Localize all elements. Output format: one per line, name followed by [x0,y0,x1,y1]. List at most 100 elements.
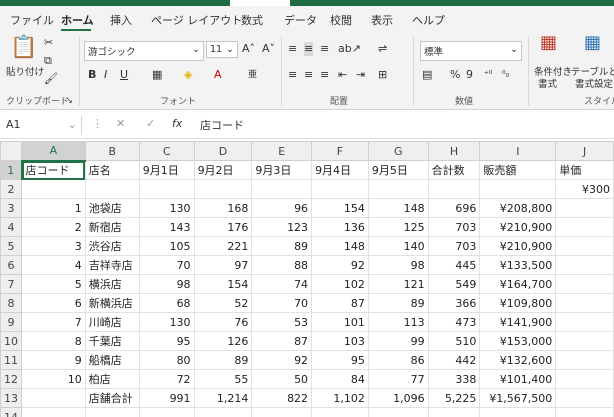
tab-data[interactable]: データ [284,12,317,28]
cell-i13[interactable]: ¥1,567,500 [479,388,557,408]
cell-i10[interactable]: ¥153,000 [479,331,557,351]
column-header-c[interactable]: C [138,141,195,161]
cell-g9[interactable]: 113 [367,312,429,332]
italic-button[interactable]: I [104,68,107,82]
cell-b5[interactable]: 渋谷店 [84,236,140,256]
cell-b9[interactable]: 川崎店 [84,312,140,332]
paste-button[interactable]: 貼り付け [6,64,44,78]
cell-f12[interactable]: 84 [311,369,369,389]
cell-h4[interactable]: 703 [427,217,481,237]
cell-g4[interactable]: 125 [367,217,429,237]
select-all-corner[interactable] [0,141,22,161]
cell-c14[interactable] [138,407,195,417]
tab-file[interactable]: ファイル [10,12,54,28]
percent-icon[interactable]: % [450,68,460,82]
cell-f1[interactable]: 9月4日 [311,160,369,180]
row-header[interactable]: 7 [0,274,22,294]
cell-g13[interactable]: 1,096 [367,388,429,408]
cell-a8[interactable]: 6 [21,293,86,313]
cell-i1[interactable]: 販売額 [479,160,557,180]
row-header[interactable]: 1 [0,160,23,180]
column-header-f[interactable]: F [311,141,369,161]
cell-d14[interactable] [193,407,253,417]
cancel-icon[interactable]: ✕ [116,117,125,130]
bold-button[interactable]: B [88,68,96,82]
cell-e10[interactable]: 87 [251,331,313,351]
cell-e5[interactable]: 89 [251,236,313,256]
cell-a10[interactable]: 8 [21,331,86,351]
cell-i14[interactable] [479,407,557,417]
cell-a13[interactable] [21,388,86,408]
cell-e11[interactable]: 92 [251,350,313,370]
cell-c8[interactable]: 68 [138,293,195,313]
cell-i3[interactable]: ¥208,800 [479,198,557,218]
font-color-icon[interactable]: A [214,68,222,82]
cell-b8[interactable]: 新横浜店 [84,293,140,313]
border-icon[interactable]: ▦ [152,68,162,82]
cell-e7[interactable]: 74 [251,274,313,294]
cell-a14[interactable] [21,407,86,417]
cell-a9[interactable]: 7 [21,312,86,332]
cell-g1[interactable]: 9月5日 [367,160,429,180]
cell-j7[interactable] [555,274,614,294]
row-header[interactable]: 9 [0,312,22,332]
cell-i4[interactable]: ¥210,900 [479,217,557,237]
align-bottom-icon[interactable]: ≡ [320,42,329,56]
cell-f10[interactable]: 103 [311,331,369,351]
cell-i12[interactable]: ¥101,400 [479,369,557,389]
align-center-icon[interactable]: ≡ [304,68,313,82]
tab-review[interactable]: 校閲 [330,12,352,28]
cell-c9[interactable]: 130 [138,312,195,332]
cell-f4[interactable]: 136 [311,217,369,237]
row-header[interactable]: 2 [0,179,22,199]
cell-h1[interactable]: 合計数 [427,160,481,180]
cell-a5[interactable]: 3 [21,236,86,256]
cell-e8[interactable]: 70 [251,293,313,313]
phonetic-icon[interactable]: 亜 [248,68,257,82]
cell-g2[interactable] [367,179,429,199]
cell-g3[interactable]: 148 [367,198,429,218]
cell-c4[interactable]: 143 [138,217,195,237]
cell-i7[interactable]: ¥164,700 [479,274,557,294]
cell-j6[interactable] [555,255,614,275]
name-box[interactable]: A1 ⌄ [2,116,82,135]
cell-d9[interactable]: 76 [193,312,253,332]
cell-f6[interactable]: 92 [311,255,369,275]
tab-view[interactable]: 表示 [371,12,393,28]
column-header-a[interactable]: A [21,141,86,162]
font-name-select[interactable]: 游ゴシック ⌄ [84,41,204,61]
underline-button[interactable]: U [120,68,128,82]
row-header[interactable]: 12 [0,369,22,389]
merge-center-icon[interactable]: ⊞ [378,68,387,82]
cell-e9[interactable]: 53 [251,312,313,332]
align-right-icon[interactable]: ≡ [320,68,329,82]
cell-g10[interactable]: 99 [367,331,429,351]
copy-icon[interactable]: ⧉ [44,54,52,68]
cell-j8[interactable] [555,293,614,313]
cell-d7[interactable]: 154 [193,274,253,294]
dialog-launcher-icon[interactable]: ↘ [66,94,73,108]
cell-h6[interactable]: 445 [427,255,481,275]
cell-e1[interactable]: 9月3日 [251,160,313,180]
cell-a6[interactable]: 4 [21,255,86,275]
tab-help[interactable]: ヘルプ [412,12,445,28]
cell-g5[interactable]: 140 [367,236,429,256]
column-header-e[interactable]: E [251,141,313,161]
cell-a3[interactable]: 1 [21,198,86,218]
column-header-d[interactable]: D [193,141,253,161]
cell-e3[interactable]: 96 [251,198,313,218]
cell-c2[interactable] [138,179,195,199]
cell-h2[interactable] [427,179,481,199]
column-header-b[interactable]: B [84,141,140,161]
cell-h8[interactable]: 366 [427,293,481,313]
row-header[interactable]: 6 [0,255,22,275]
format-as-table-icon[interactable]: ▦ [584,34,601,52]
number-format-select[interactable]: 標準 ⌄ [420,41,522,61]
cell-c1[interactable]: 9月1日 [138,160,195,180]
cell-f9[interactable]: 101 [311,312,369,332]
format-painter-icon[interactable]: 🖌 [44,72,58,86]
cell-d1[interactable]: 9月2日 [193,160,253,180]
cell-d6[interactable]: 97 [193,255,253,275]
paste-icon[interactable]: 📋 [10,36,37,60]
insert-function-icon[interactable]: fx [172,117,182,130]
